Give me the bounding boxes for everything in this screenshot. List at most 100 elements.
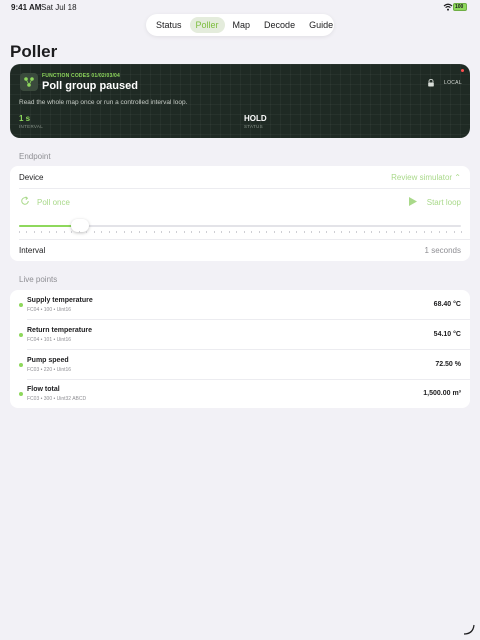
start-loop-button[interactable]: Start loop [427,198,461,207]
slider-tick [71,231,73,233]
slider-tick [416,231,418,233]
point-name: Return temperature [27,327,92,334]
slider-tick [446,231,448,233]
slider-tick [348,231,350,233]
status-date: Sat Jul 18 [41,3,77,12]
slider-tick [333,231,335,233]
point-meta: FC04 • 100 • Uint16 [27,307,72,313]
slider-tick [356,231,358,233]
slider-tick [116,231,118,233]
slider-tick [311,231,313,233]
status-dot [19,392,23,396]
slider-tick [243,231,245,233]
local-badge: LOCAL [444,80,462,86]
slider-tick [183,231,185,233]
slider-tick [371,231,373,233]
tab-decode[interactable]: Decode [258,17,301,33]
point-meta: FC04 • 101 • Uint16 [27,337,72,343]
point-value: 68.40 °C [433,301,461,308]
slider-tick [198,231,200,233]
slider-tick [93,231,95,233]
slider-tick [146,231,148,233]
slider-ticks [19,231,462,233]
slider-tick [393,231,395,233]
list-item[interactable]: Supply temperature FC04 • 100 • Uint16 6… [10,290,470,320]
slider-tick [251,231,253,233]
device-value: Review simulator [391,173,453,182]
slider-tick [266,231,268,233]
slider-tick [48,231,50,233]
interval-value: 1 seconds [424,246,461,255]
interval-metric-label: INTERVAL [19,124,43,129]
slider-tick [161,231,163,233]
slider-tick [363,231,365,233]
slider-tick [296,231,298,233]
poll-status-title: Poll group paused [42,80,138,92]
tab-status[interactable]: Status [150,17,188,33]
wifi-icon [443,3,453,11]
poll-status-card: FUNCTION CODES 01/02/03/04 Poll group pa… [10,64,470,138]
point-meta: FC03 • 300 • Uint32 ABCD [27,396,87,402]
status-dot [19,363,23,367]
refresh-icon [21,196,29,205]
slider-tick [318,231,320,233]
list-item[interactable]: Pump speed FC03 • 220 • Uint16 72.50 % [10,350,470,380]
slider-tick [168,231,170,233]
point-name: Supply temperature [27,297,93,304]
slider-tick [108,231,110,233]
point-name: Flow total [27,386,60,393]
slider-tick [176,231,178,233]
tab-map[interactable]: Map [227,17,257,33]
lock-icon [428,79,434,87]
slider-tick [386,231,388,233]
slider-tick [258,231,260,233]
slider-tick [86,231,88,233]
slider-tick [236,231,238,233]
slider-tick [131,231,133,233]
status-metric-value: HOLD [244,114,267,123]
slider-tick [78,231,80,233]
slider-tick [191,231,193,233]
slider-tick [288,231,290,233]
slider-tick [303,231,305,233]
live-points-card: Supply temperature FC04 • 100 • Uint16 6… [10,290,470,408]
slider-tick [19,231,20,233]
slider-tick [378,231,380,233]
slider-tick [63,231,65,233]
slider-tick [26,231,28,233]
tab-poller[interactable]: Poller [189,17,225,33]
slider-tick [281,231,283,233]
battery-icon: 100 [453,3,467,11]
device-label: Device [19,173,44,182]
poll-once-button[interactable]: Poll once [37,198,70,207]
slider-tick [101,231,103,233]
point-meta: FC03 • 220 • Uint16 [27,367,72,373]
list-item[interactable]: Return temperature FC04 • 101 • Uint16 5… [10,320,470,350]
play-icon [409,197,417,206]
endpoint-card: Device Review simulator ⌃ Poll once Star… [10,166,470,261]
slider-tick [213,231,215,233]
slider-tick [221,231,223,233]
interval-metric-value: 1 s [19,114,31,123]
interval-label: Interval [19,246,46,255]
slider-tick [41,231,43,233]
slider-tick [206,231,208,233]
slider-tick [401,231,403,233]
interval-slider[interactable] [19,219,461,232]
device-picker[interactable]: Review simulator ⌃ [391,173,461,182]
resize-handle-icon[interactable] [462,622,476,636]
list-item[interactable]: Flow total FC03 • 300 • Uint32 ABCD 1,50… [10,379,470,409]
point-value: 72.50 % [435,361,461,368]
tab-guide[interactable]: Guide [303,17,339,33]
status-dot [19,333,23,337]
slider-tick [408,231,410,233]
slider-tick [56,231,58,233]
slider-tick [123,231,125,233]
slider-tick [431,231,433,233]
slider-tick [273,231,275,233]
status-dot [19,303,23,307]
slider-tick [326,231,328,233]
point-value: 54.10 °C [433,331,461,338]
slider-tick [33,231,35,233]
slider-tick [438,231,440,233]
